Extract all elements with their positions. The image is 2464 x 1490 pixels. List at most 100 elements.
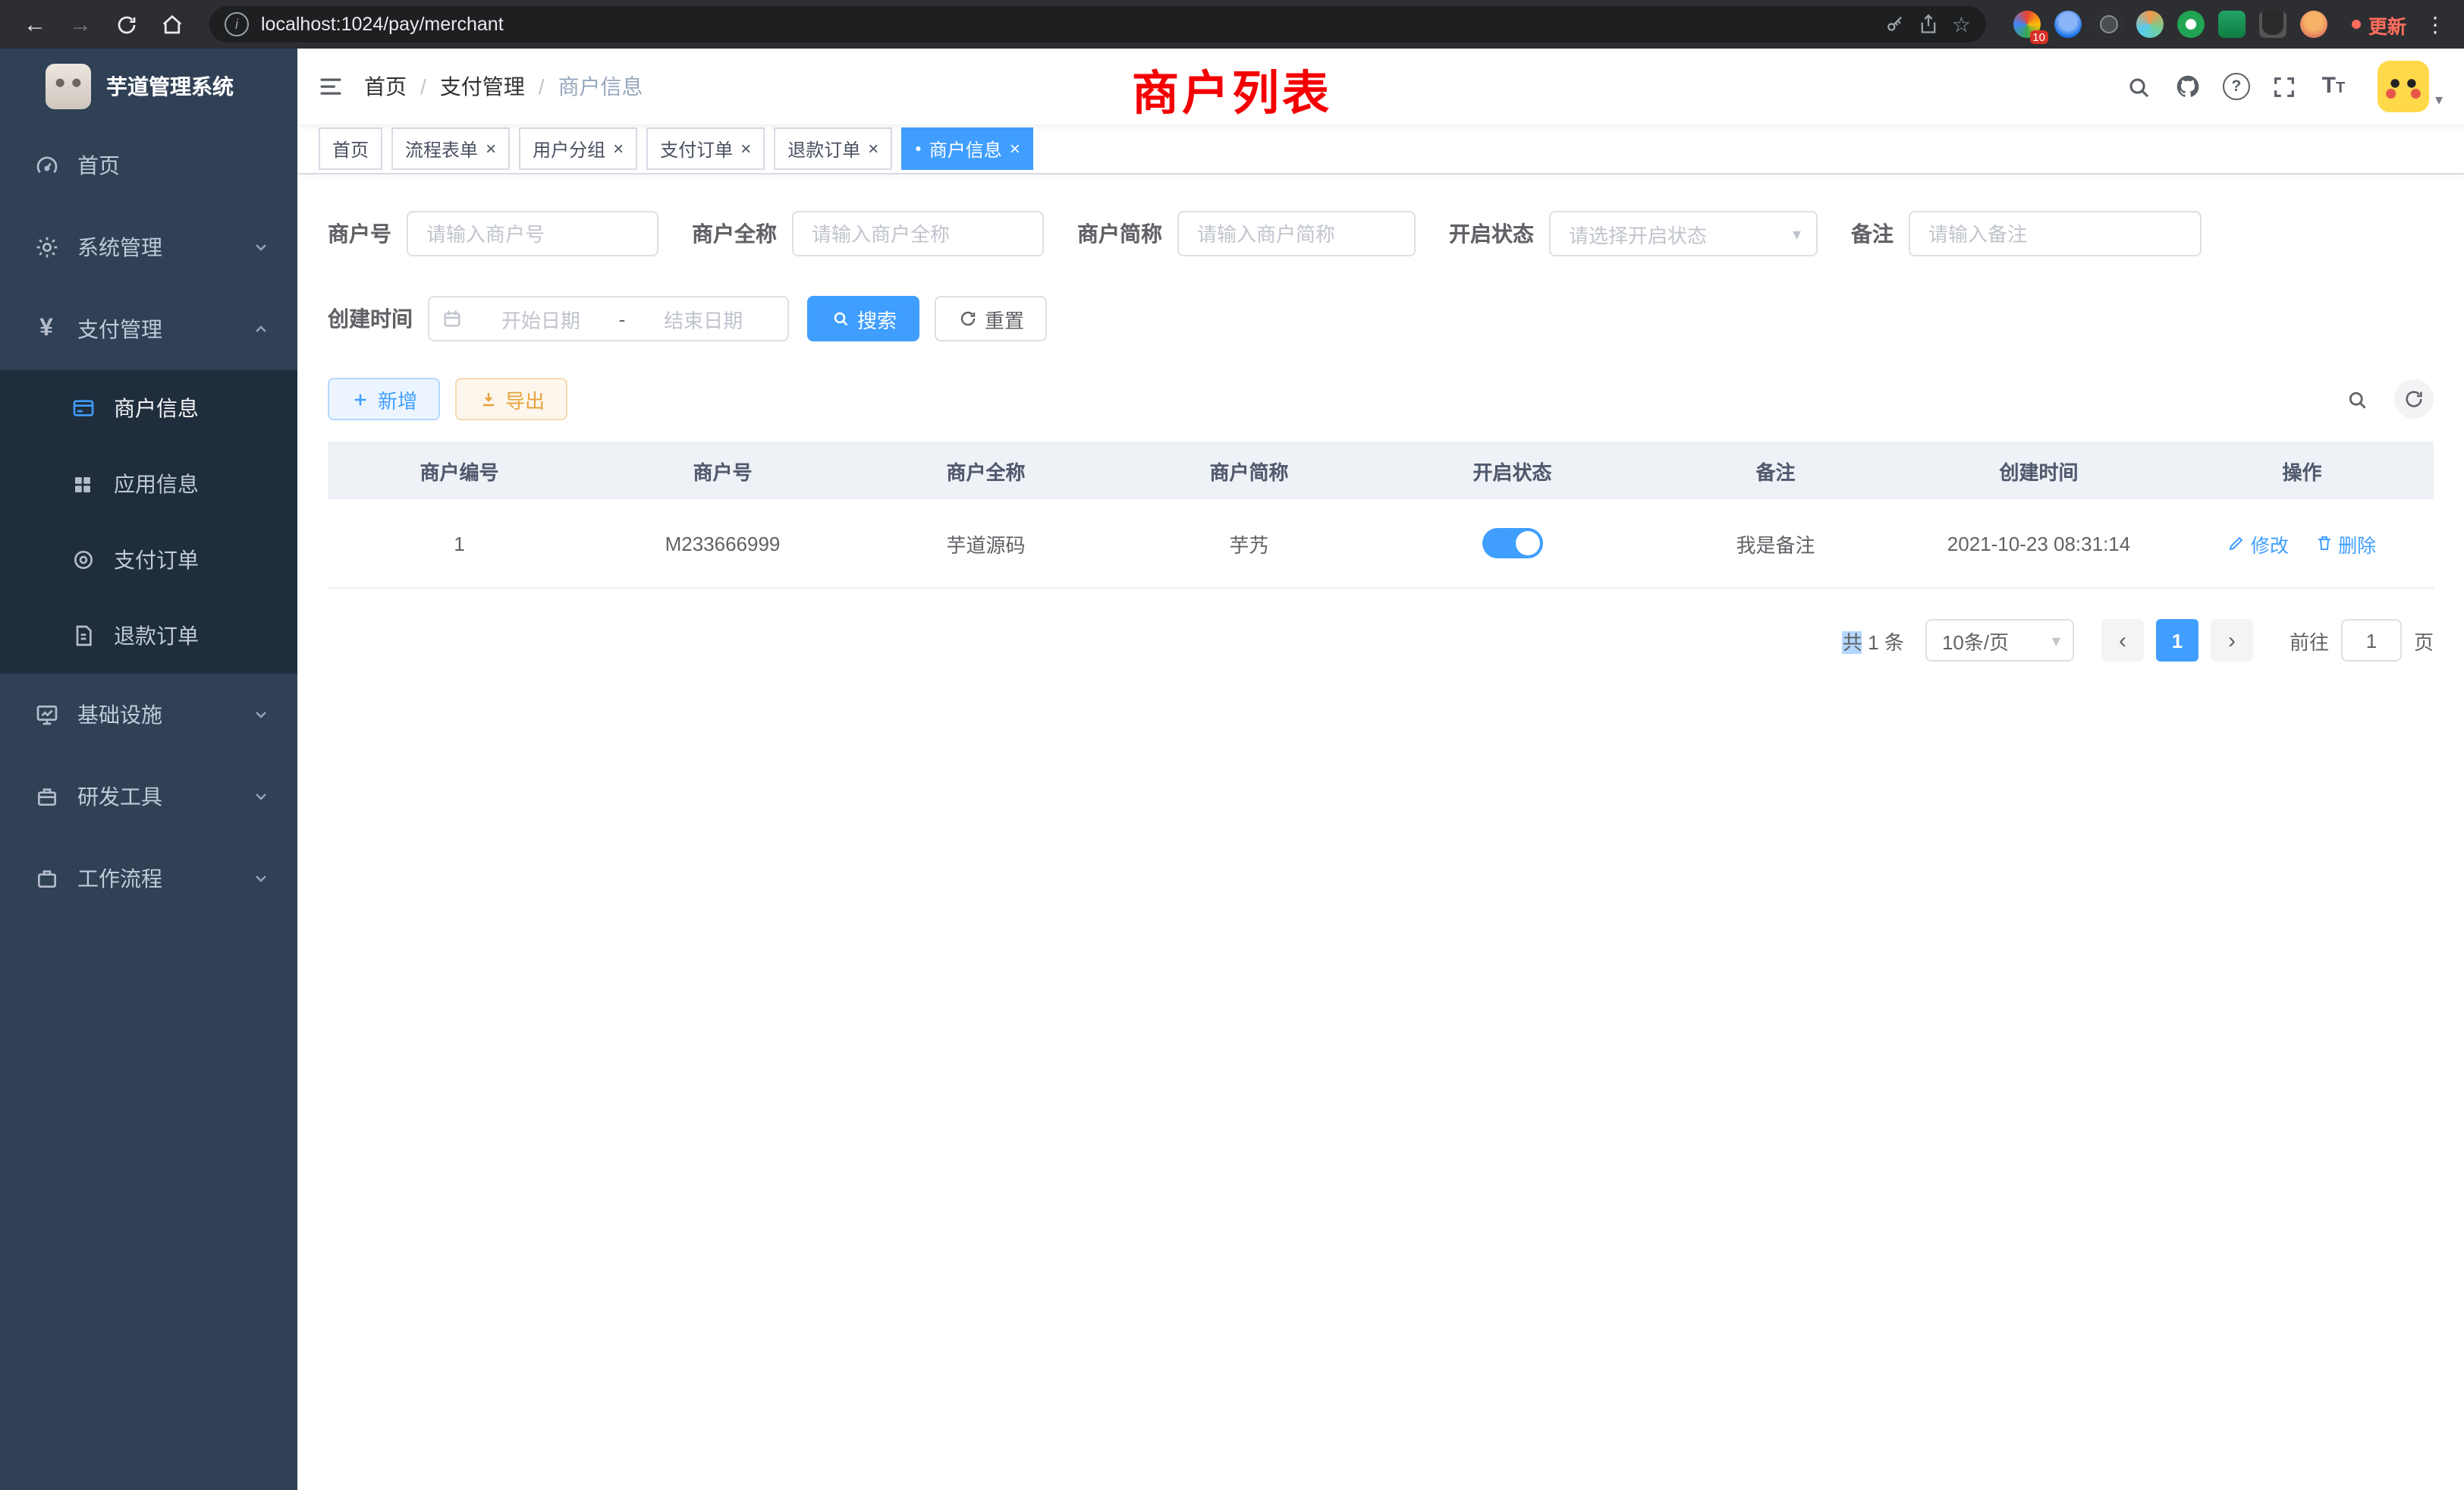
sidebar-item-infra[interactable]: 基础设施 [0,674,297,756]
browser-menu-icon[interactable]: ⋮ [2422,11,2449,37]
font-size-icon[interactable]: TT [2320,73,2347,100]
tab-pay-order[interactable]: 支付订单 × [646,127,765,170]
sidebar-item-label: 退款订单 [114,621,199,651]
browser-refresh-icon[interactable] [106,5,146,44]
reset-button[interactable]: 重置 [935,296,1047,341]
merchant-no-input[interactable] [407,211,658,256]
status-select[interactable]: 请选择开启状态 ▾ [1549,211,1818,256]
update-label: 更新 [2368,10,2406,39]
sidebar-item-system[interactable]: 系统管理 [0,206,297,288]
extension-avatar-icon[interactable] [2136,11,2164,38]
merchant-table: 商户编号 商户号 商户全称 商户简称 开启状态 备注 创建时间 操作 1 [328,442,2434,589]
screen: ← → i localhost:1024/pay/merchant ☆ 10 [0,0,2464,1490]
close-icon[interactable]: × [868,140,878,158]
sidebar-item-home[interactable]: 首页 [0,124,297,206]
browser-update-button[interactable]: 更新 [2352,10,2406,39]
sidebar-item-label: 研发工具 [77,781,162,812]
short-name-input[interactable] [1177,211,1416,256]
sidebar-item-label: 支付管理 [77,314,162,344]
extension-colorwheel-icon[interactable]: 10 [2013,11,2041,38]
caret-down-icon: ▾ [2435,93,2443,112]
browser-home-icon[interactable] [152,5,191,44]
col-merchant-id: 商户编号 [328,442,591,499]
browser-forward-icon[interactable]: → [61,5,100,44]
tab-process-form[interactable]: 流程表单 × [391,127,510,170]
create-time-range-picker[interactable]: 开始日期 - 结束日期 [428,296,789,341]
end-date-placeholder[interactable]: 结束日期 [631,304,775,333]
site-info-icon[interactable]: i [225,12,249,36]
next-page-button[interactable]: › [2211,619,2253,662]
close-icon[interactable]: × [486,140,496,158]
logo-avatar [46,64,91,109]
extension-green-square-icon[interactable] [2218,11,2246,38]
status-toggle[interactable] [1482,528,1543,558]
page-1-button[interactable]: 1 [2156,619,2198,662]
extension-green-circle-icon[interactable] [2177,11,2205,38]
tab-refund-order[interactable]: 退款订单 × [774,127,892,170]
sidebar-item-workflow[interactable]: 工作流程 [0,838,297,919]
tab-label: 流程表单 [405,136,478,162]
tab-merchant-info[interactable]: ● 商户信息 × [901,127,1034,170]
address-bar[interactable]: i localhost:1024/pay/merchant ☆ [209,6,1986,42]
goto-label: 前往 [2290,626,2329,655]
tab-user-group[interactable]: 用户分组 × [519,127,637,170]
trash-icon [2315,534,2334,552]
sidebar-logo[interactable]: 芋道管理系统 [0,49,297,124]
sidebar-item-app-info[interactable]: 应用信息 [0,446,297,522]
fullscreen-icon[interactable] [2271,73,2299,100]
chevron-down-icon [252,787,270,806]
sidebar-item-payment[interactable]: ¥ 支付管理 [0,288,297,370]
breadcrumb-payment[interactable]: 支付管理 [440,71,525,102]
close-icon[interactable]: × [740,140,751,158]
sidebar: 芋道管理系统 首页 系统管理 ¥ 支付管理 [0,49,297,1490]
refresh-table-icon[interactable] [2394,379,2434,419]
bookmark-star-icon[interactable]: ☆ [1952,11,1971,37]
export-button[interactable]: 导出 [455,378,567,420]
chevron-down-icon [252,238,270,256]
add-button[interactable]: 新增 [328,378,440,420]
share-icon[interactable] [1919,14,1940,35]
browser-toolbar: ← → i localhost:1024/pay/merchant ☆ 10 [0,0,2464,49]
password-key-icon[interactable] [1885,14,1906,35]
avatar[interactable] [2378,61,2429,112]
cell-full-name: 芋道源码 [854,499,1117,588]
page-content: 商户号 商户全称 商户简称 开启状态 请选择开启状态 [297,174,2464,1490]
sidebar-item-pay-order[interactable]: 支付订单 [0,522,297,598]
page-size-select[interactable]: 10条/页 ▾ [1925,619,2074,662]
edit-link[interactable]: 修改 [2228,529,2289,558]
status-label: 开启状态 [1449,218,1534,249]
extension-orange-avatar-icon[interactable] [2300,11,2327,38]
bank-card-icon [70,395,96,421]
cell-merchant-no: M233666999 [591,499,854,588]
top-navbar: 首页 / 支付管理 / 商户信息 ? [297,49,2464,124]
search-button[interactable]: 搜索 [807,296,919,341]
user-menu[interactable]: ▾ [2378,61,2443,112]
full-name-input[interactable] [792,211,1044,256]
prev-page-button[interactable]: ‹ [2101,619,2144,662]
sidebar-item-dev-tools[interactable]: 研发工具 [0,756,297,838]
yen-icon: ¥ [33,316,59,342]
extension-drop-icon[interactable] [2054,11,2082,38]
breadcrumb-home[interactable]: 首页 [364,71,407,102]
sidebar-item-merchant-info[interactable]: 商户信息 [0,370,297,446]
navbar-actions: ? TT ▾ [2126,61,2464,112]
sidebar-item-refund-order[interactable]: 退款订单 [0,598,297,674]
search-icon[interactable] [2126,73,2153,100]
start-date-placeholder[interactable]: 开始日期 [469,304,613,333]
close-icon[interactable]: × [613,140,624,158]
github-icon[interactable] [2174,73,2202,100]
extension-dark-circle-icon[interactable] [2095,11,2123,38]
hamburger-icon[interactable] [297,49,364,124]
col-status: 开启状态 [1381,442,1644,499]
extension-tampermonkey-icon[interactable] [2259,11,2286,38]
goto-page-input[interactable] [2341,619,2402,662]
delete-link[interactable]: 删除 [2315,529,2376,558]
tab-home[interactable]: 首页 [319,127,382,170]
tab-label: 支付订单 [660,136,733,162]
browser-back-icon[interactable]: ← [15,5,55,44]
help-icon[interactable]: ? [2223,73,2250,100]
toggle-search-icon[interactable] [2337,379,2376,419]
close-icon[interactable]: × [1010,140,1020,158]
app-title: 芋道管理系统 [106,71,234,102]
remark-input[interactable] [1909,211,2202,256]
